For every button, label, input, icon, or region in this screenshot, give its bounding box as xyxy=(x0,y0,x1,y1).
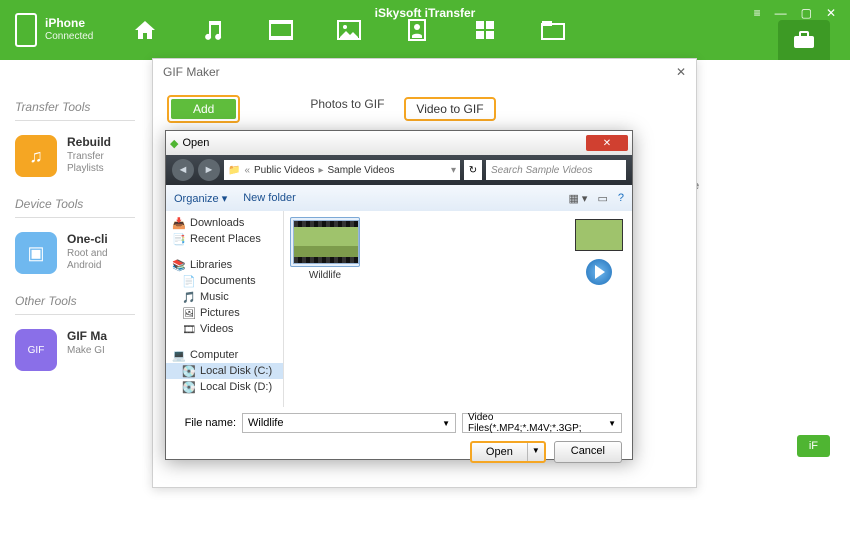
help-button[interactable]: ? xyxy=(618,192,624,205)
rebuild-icon: ♫ xyxy=(15,135,57,177)
menu-icon[interactable]: ≡ xyxy=(750,4,765,22)
create-gif-button[interactable]: iF xyxy=(797,435,830,457)
new-folder-button[interactable]: New folder xyxy=(243,192,296,204)
file-wildlife[interactable]: Wildlife xyxy=(290,217,360,281)
oneclick-title: One-cli xyxy=(67,232,135,246)
tab-photos-to-gif[interactable]: Photos to GIF xyxy=(310,97,384,121)
modal-title: GIF Maker xyxy=(163,65,220,79)
device-name: iPhone xyxy=(45,16,93,30)
file-list: Wildlife xyxy=(284,211,566,407)
sidebar-head-transfer: Transfer Tools xyxy=(15,80,135,121)
gif-icon: GIF xyxy=(15,329,57,371)
explorer-icon[interactable] xyxy=(541,18,565,42)
add-button[interactable]: Add xyxy=(167,95,240,123)
cancel-button[interactable]: Cancel xyxy=(554,441,622,463)
nav-back-button[interactable]: ◄ xyxy=(172,159,194,181)
open-button[interactable]: Open▼ xyxy=(470,441,546,463)
tree-libraries[interactable]: 📚Libraries xyxy=(166,257,283,273)
nav-tabs xyxy=(133,18,565,42)
tree-computer[interactable]: 💻Computer xyxy=(166,347,283,363)
tree-downloads[interactable]: 📥Downloads xyxy=(166,215,283,231)
rebuild-title: Rebuild xyxy=(67,135,135,149)
music-icon[interactable] xyxy=(201,18,225,42)
sidebar-item-gifmaker[interactable]: GIF GIF Ma Make GI xyxy=(15,329,135,371)
phone-icon xyxy=(15,13,37,47)
view-options-button[interactable]: ▦ ▾ xyxy=(568,192,587,205)
preview-pane-button[interactable]: ▭ xyxy=(597,192,607,205)
modal-close-icon[interactable]: ✕ xyxy=(676,65,686,79)
app-title: iSkysoft iTransfer xyxy=(375,6,476,20)
gifmaker-title: GIF Ma xyxy=(67,329,107,343)
sidebar: Transfer Tools ♫ Rebuild Transfer Playli… xyxy=(0,80,150,371)
tab-video-to-gif[interactable]: Video to GIF xyxy=(404,97,495,121)
tree-music[interactable]: 🎵Music xyxy=(166,289,283,305)
sidebar-item-oneclick[interactable]: ▣ One-cli Root and Android xyxy=(15,232,135,274)
sidebar-head-other: Other Tools xyxy=(15,274,135,315)
open-title: Open xyxy=(182,137,209,149)
tree-videos[interactable]: 🎞Videos xyxy=(166,321,283,337)
file-caption: Wildlife xyxy=(290,270,360,281)
toolbox-tab[interactable] xyxy=(778,20,830,60)
refresh-button[interactable]: ↻ xyxy=(464,160,482,180)
app-badge-icon: ◆ xyxy=(170,137,178,150)
path-seg-1[interactable]: Public Videos xyxy=(254,165,314,176)
play-button[interactable] xyxy=(586,259,612,285)
apps-icon[interactable] xyxy=(473,18,497,42)
filetype-select[interactable]: Video Files(*.MP4;*.M4V;*.3GP;▼ xyxy=(462,413,622,433)
video-thumb-icon xyxy=(293,220,359,264)
gifmaker-desc: Make GI xyxy=(67,345,107,357)
sidebar-item-rebuild[interactable]: ♫ Rebuild Transfer Playlists xyxy=(15,135,135,177)
android-icon: ▣ xyxy=(15,232,57,274)
organize-menu[interactable]: Organize ▾ xyxy=(174,192,227,205)
add-button-label: Add xyxy=(171,99,236,119)
video-icon[interactable] xyxy=(269,18,293,42)
home-icon[interactable] xyxy=(133,18,157,42)
contacts-icon[interactable] xyxy=(405,18,429,42)
rebuild-desc: Transfer Playlists xyxy=(67,151,135,175)
breadcrumb[interactable]: 📁 « Public Videos ▸ Sample Videos ▾ xyxy=(224,160,460,180)
sidebar-head-device: Device Tools xyxy=(15,177,135,218)
photo-icon[interactable] xyxy=(337,18,361,42)
tree-documents[interactable]: 📄Documents xyxy=(166,273,283,289)
folder-tree: 📥Downloads 📑Recent Places 📚Libraries 📄Do… xyxy=(166,211,284,407)
filename-input[interactable]: Wildlife▼ xyxy=(242,413,456,433)
tree-pictures[interactable]: 🖼Pictures xyxy=(166,305,283,321)
preview-pane xyxy=(566,211,632,407)
open-dialog: ◆ Open ✕ ◄ ► 📁 « Public Videos ▸ Sample … xyxy=(165,130,633,460)
preview-image xyxy=(575,219,623,251)
device-info: iPhone Connected xyxy=(15,13,93,47)
folder-icon: 📁 xyxy=(228,165,240,176)
path-seg-2[interactable]: Sample Videos xyxy=(327,165,394,176)
search-input[interactable]: Search Sample Videos xyxy=(486,160,626,180)
tree-disk-c[interactable]: 💽Local Disk (C:) xyxy=(166,363,283,379)
dialog-close-button[interactable]: ✕ xyxy=(586,135,628,151)
app-header: iSkysoft iTransfer ≡ — ▢ ✕ iPhone Connec… xyxy=(0,0,850,60)
filename-label: File name: xyxy=(176,417,236,429)
tree-recent[interactable]: 📑Recent Places xyxy=(166,231,283,247)
tree-disk-d[interactable]: 💽Local Disk (D:) xyxy=(166,379,283,395)
device-status: Connected xyxy=(45,30,93,44)
oneclick-desc: Root and Android xyxy=(67,248,135,272)
nav-forward-button[interactable]: ► xyxy=(198,159,220,181)
